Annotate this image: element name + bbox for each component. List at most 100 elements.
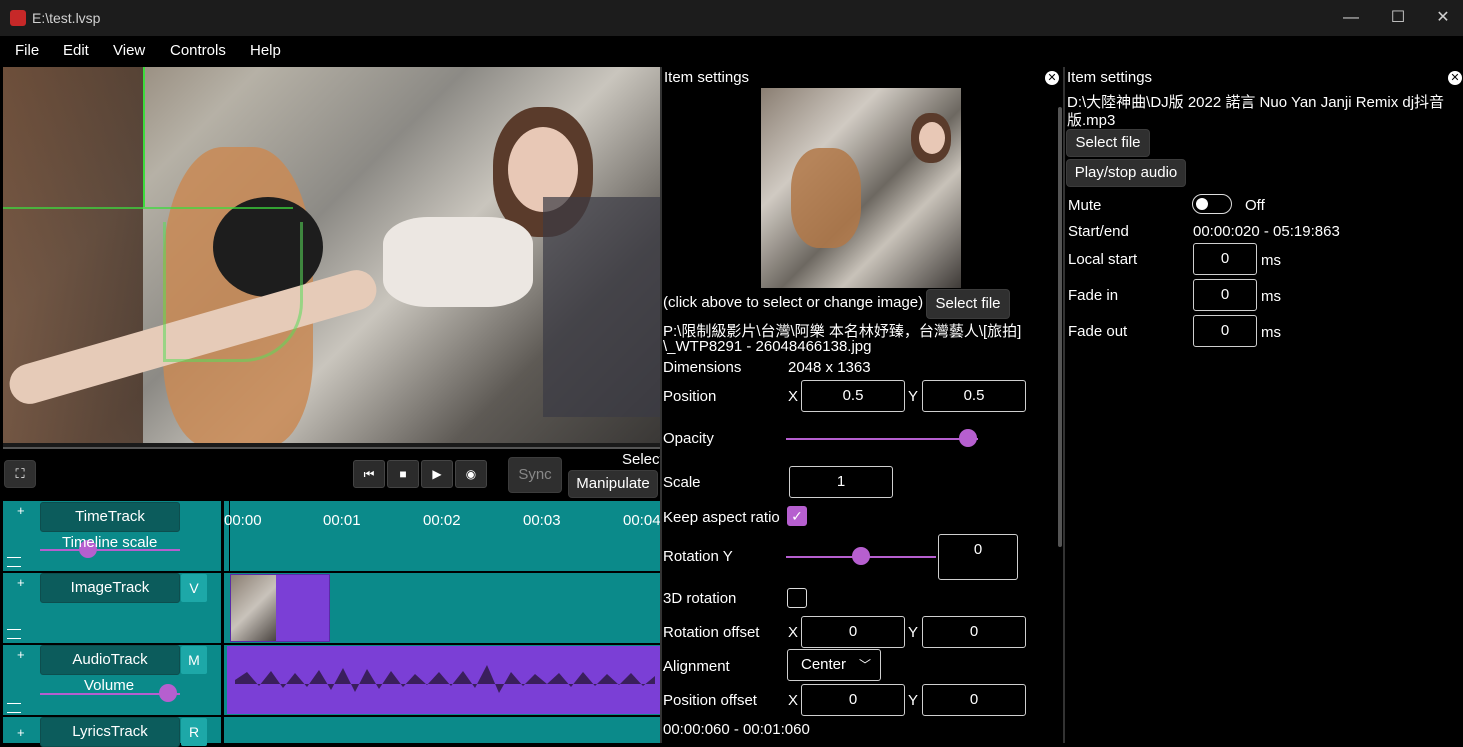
record-button[interactable]: ◉ bbox=[455, 460, 487, 488]
lyricstrack-lane[interactable] bbox=[224, 717, 660, 743]
gizmo-axis-x[interactable] bbox=[3, 207, 293, 209]
imagetrack-lane[interactable] bbox=[224, 573, 660, 643]
menu-file[interactable]: File bbox=[15, 42, 39, 59]
preview-progress-bar[interactable] bbox=[3, 443, 660, 449]
rotation-y-knob[interactable] bbox=[852, 547, 870, 565]
position-offset-label: Position offset bbox=[663, 692, 757, 709]
keep-aspect-checkbox[interactable]: ✓ bbox=[787, 506, 807, 526]
tick-label: 00:00 bbox=[224, 512, 262, 529]
select-audio-file-button[interactable]: Select file bbox=[1066, 129, 1150, 157]
timeruler-lane[interactable]: 00:00 00:01 00:02 00:03 00:04 bbox=[224, 501, 661, 571]
audio-item-settings-panel: Item settings ✕ D:\大陸神曲\DJ版 2022 諾言 Nuo … bbox=[1063, 67, 1463, 743]
ms-unit: ms bbox=[1261, 288, 1281, 305]
mute-tag[interactable]: M bbox=[181, 646, 207, 674]
imagetrack-button[interactable]: ImageTrack bbox=[40, 573, 180, 603]
app-icon bbox=[10, 10, 26, 26]
manipulate-button[interactable]: Manipulate bbox=[568, 470, 658, 498]
close-panel-icon[interactable]: ✕ bbox=[1045, 71, 1059, 85]
sync-button[interactable]: Sync bbox=[508, 457, 562, 493]
stop-button[interactable]: ■ bbox=[387, 460, 419, 488]
mute-label: Mute bbox=[1068, 197, 1102, 214]
audiotrack-button[interactable]: AudioTrack bbox=[40, 645, 180, 675]
gizmo-rotation-handle[interactable] bbox=[163, 222, 303, 362]
position-x-input[interactable]: 0.5 bbox=[801, 380, 905, 412]
panel-scrollbar[interactable] bbox=[1058, 107, 1062, 547]
video-preview[interactable] bbox=[3, 67, 660, 443]
panel-title: Item settings bbox=[664, 69, 750, 86]
audiotrack-lane[interactable] bbox=[224, 645, 660, 715]
x-label: X bbox=[788, 388, 799, 405]
change-image-hint: (click above to select or change image) bbox=[663, 294, 924, 311]
add-track-icon[interactable]: + bbox=[17, 575, 25, 590]
select-mode-label[interactable]: Select bbox=[622, 451, 664, 468]
position-y-input[interactable]: 0.5 bbox=[922, 380, 1026, 412]
menu-view[interactable]: View bbox=[113, 42, 145, 59]
fade-out-input[interactable]: 0 bbox=[1193, 315, 1257, 347]
video-tag[interactable]: V bbox=[181, 574, 207, 602]
position-offset-x-input[interactable]: 0 bbox=[801, 684, 905, 716]
window-title: E:\test.lvsp bbox=[32, 10, 101, 26]
tick-label: 00:03 bbox=[523, 512, 561, 529]
dimensions-label: Dimensions bbox=[663, 359, 742, 376]
scale-input[interactable]: 1 bbox=[789, 466, 893, 498]
rotation-offset-x-input[interactable]: 0 bbox=[801, 616, 905, 648]
resize-grip-icon[interactable] bbox=[7, 557, 21, 567]
resize-grip-icon[interactable] bbox=[7, 629, 21, 639]
rotation3d-checkbox[interactable] bbox=[787, 588, 807, 608]
timeline-scale-label: Timeline scale bbox=[62, 534, 158, 551]
skip-back-button[interactable]: ⏮ bbox=[353, 460, 385, 488]
opacity-knob[interactable] bbox=[959, 429, 978, 447]
x-label: X bbox=[788, 692, 799, 709]
position-offset-y-input[interactable]: 0 bbox=[922, 684, 1026, 716]
dimensions-value: 2048 x 1363 bbox=[788, 359, 871, 376]
add-track-icon[interactable]: + bbox=[17, 647, 25, 662]
add-track-icon[interactable]: + bbox=[17, 503, 25, 518]
gizmo-axis-y[interactable] bbox=[143, 67, 145, 207]
menu-controls[interactable]: Controls bbox=[170, 42, 226, 59]
rotation-y-input[interactable]: 0 bbox=[938, 534, 1018, 580]
play-button[interactable]: ▶ bbox=[421, 460, 453, 488]
volume-knob[interactable] bbox=[159, 684, 177, 702]
mute-state: Off bbox=[1245, 197, 1265, 214]
opacity-slider[interactable] bbox=[786, 438, 978, 440]
fade-in-input[interactable]: 0 bbox=[1193, 279, 1257, 311]
menu-edit[interactable]: Edit bbox=[63, 42, 89, 59]
image-item-settings-panel: Item settings ✕ (click above to select o… bbox=[660, 67, 1062, 743]
rotation-offset-y-input[interactable]: 0 bbox=[922, 616, 1026, 648]
panel-title: Item settings bbox=[1067, 69, 1153, 86]
play-stop-audio-button[interactable]: Play/stop audio bbox=[1066, 159, 1186, 187]
select-image-file-button[interactable]: Select file bbox=[926, 289, 1010, 319]
rotation3d-label: 3D rotation bbox=[663, 590, 737, 607]
local-start-input[interactable]: 0 bbox=[1193, 243, 1257, 275]
lyricstrack-header: + LyricsTrack R bbox=[3, 717, 221, 747]
audio-clip[interactable] bbox=[227, 646, 660, 714]
timetrack-button[interactable]: TimeTrack bbox=[40, 502, 180, 532]
menu-help[interactable]: Help bbox=[250, 42, 281, 59]
alignment-select[interactable]: Center ﹀ bbox=[787, 649, 881, 681]
mute-toggle[interactable] bbox=[1192, 194, 1232, 214]
scale-label: Scale bbox=[663, 474, 701, 491]
start-end-label: Start/end bbox=[1068, 223, 1129, 240]
local-start-label: Local start bbox=[1068, 251, 1138, 268]
ms-unit: ms bbox=[1261, 324, 1281, 341]
close-window-button[interactable]: ✕ bbox=[1420, 4, 1463, 32]
minimize-button[interactable]: — bbox=[1328, 4, 1374, 32]
position-label: Position bbox=[663, 388, 717, 405]
image-clip[interactable] bbox=[230, 574, 330, 642]
record-tag[interactable]: R bbox=[181, 718, 207, 746]
fullscreen-button[interactable]: ⛶ bbox=[4, 460, 36, 488]
add-track-icon[interactable]: + bbox=[17, 725, 25, 740]
resize-grip-icon[interactable] bbox=[7, 703, 21, 713]
maximize-button[interactable]: ☐ bbox=[1375, 4, 1421, 32]
close-panel-icon[interactable]: ✕ bbox=[1448, 71, 1462, 85]
y-label: Y bbox=[908, 624, 919, 641]
opacity-label: Opacity bbox=[663, 430, 714, 447]
tick-label: 00:04 bbox=[623, 512, 661, 529]
thumb-chair bbox=[791, 148, 861, 248]
fade-in-label: Fade in bbox=[1068, 287, 1119, 304]
y-label: Y bbox=[908, 692, 919, 709]
image-thumbnail[interactable] bbox=[761, 88, 961, 288]
alignment-value: Center bbox=[801, 656, 847, 673]
y-label: Y bbox=[908, 388, 919, 405]
audiotrack-header: + AudioTrack M Volume bbox=[3, 645, 221, 715]
